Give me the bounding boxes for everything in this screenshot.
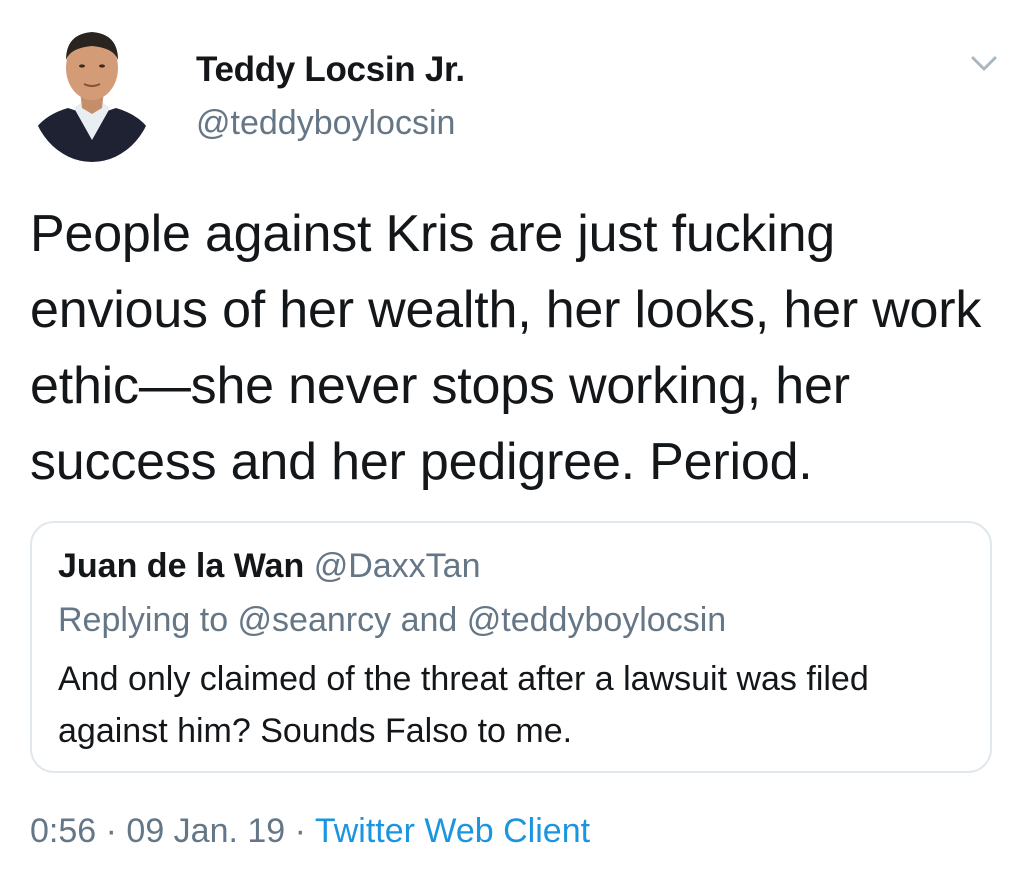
quoted-tweet-text: And only claimed of the threat after a l…	[58, 660, 869, 750]
replying-prefix: Replying to	[58, 601, 238, 639]
avatar-photo	[30, 20, 154, 162]
tweet-date[interactable]: 09 Jan. 19	[126, 812, 285, 850]
tweet-source-link[interactable]: Twitter Web Client	[315, 812, 590, 850]
tweet-meta: 0:56 · 09 Jan. 19 · Twitter Web Client	[30, 812, 590, 851]
tweet-menu-button[interactable]	[960, 46, 1008, 82]
quoted-author-handle: @DaxxTan	[313, 547, 481, 585]
meta-separator: ·	[285, 812, 315, 850]
tweet-time[interactable]: 0:56	[30, 812, 96, 850]
chevron-down-icon	[971, 56, 997, 71]
reply-user-1: @seanrcy	[237, 601, 392, 639]
reply-user-2: @teddyboylocsin	[466, 601, 727, 639]
meta-separator: ·	[96, 812, 127, 850]
tweet: Teddy Locsin Jr. @teddyboylocsin People …	[0, 0, 1024, 886]
quoted-replying-to: Replying to @seanrcy and @teddyboylocsin	[58, 601, 726, 640]
quoted-author-name: Juan de la Wan	[58, 547, 305, 585]
author-name[interactable]: Teddy Locsin Jr.	[196, 50, 465, 90]
quoted-author: Juan de la Wan @DaxxTan	[58, 547, 480, 586]
quoted-tweet[interactable]: Juan de la Wan @DaxxTan Replying to @sea…	[30, 521, 992, 773]
tweet-text: People against Kris are just fucking env…	[30, 205, 982, 491]
author-avatar[interactable]	[30, 20, 154, 162]
reply-and: and	[391, 601, 467, 639]
author-handle[interactable]: @teddyboylocsin	[196, 104, 455, 143]
